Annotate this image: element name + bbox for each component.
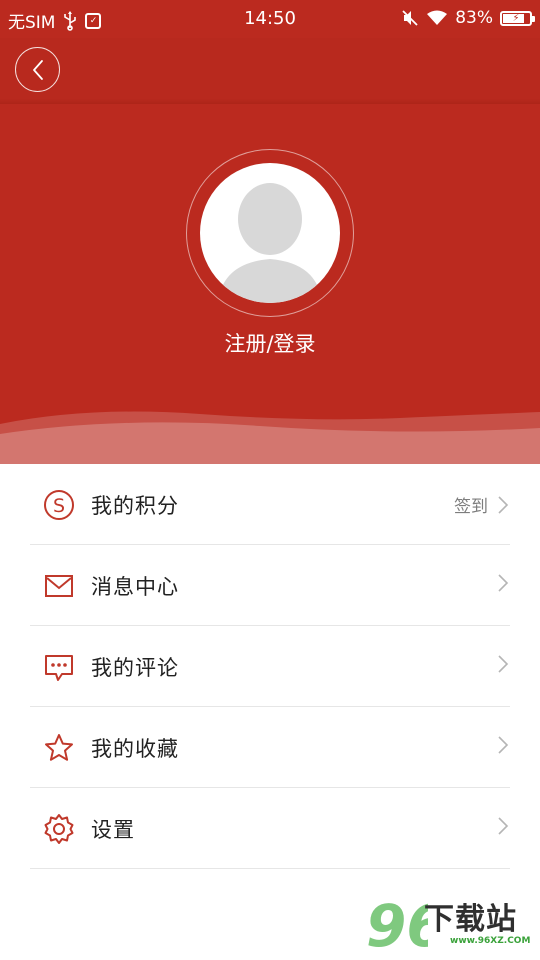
wave-decoration	[0, 411, 540, 464]
menu-list: S 我的积分 签到 消息中心 我的评论 我的收藏 设置	[0, 464, 540, 869]
chevron-right-icon	[498, 736, 509, 754]
chevron-right-icon	[498, 495, 509, 514]
status-bar: 无SIM ✓ 14:50 83% ⚡	[0, 0, 540, 38]
chevron-right-icon	[498, 574, 509, 592]
wifi-icon	[426, 10, 448, 26]
menu-item-right	[496, 816, 510, 836]
menu-item-right	[496, 654, 510, 674]
96-logo-icon: 96	[366, 892, 428, 958]
chevron-right-icon	[498, 655, 509, 673]
menu-item-label: 设置	[91, 818, 135, 842]
menu-item-right	[496, 573, 510, 593]
menu-item-label: 消息中心	[91, 575, 179, 599]
battery-icon: ⚡	[500, 10, 535, 26]
star-icon	[43, 732, 75, 764]
menu-item-points[interactable]: S 我的积分 签到	[0, 464, 540, 545]
menu-item-label: 我的积分	[91, 494, 179, 518]
watermark-text: 下载站	[424, 902, 517, 937]
chevron-right-icon	[498, 817, 509, 835]
svg-text:96: 96	[366, 892, 428, 958]
menu-item-favorites[interactable]: 我的收藏	[0, 707, 540, 788]
battery-percent: 83%	[455, 8, 493, 28]
svg-text:S: S	[53, 495, 65, 517]
menu-item-messages[interactable]: 消息中心	[0, 545, 540, 626]
profile-header: 注册/登录	[0, 38, 540, 464]
menu-item-settings[interactable]: 设置	[0, 788, 540, 869]
menu-item-label: 我的评论	[91, 656, 179, 680]
chevron-left-icon	[32, 59, 43, 80]
checkin-text[interactable]: 签到	[454, 492, 488, 517]
watermark-url: www.96XZ.COM	[450, 936, 531, 946]
points-s-icon: S	[43, 489, 75, 521]
back-button[interactable]	[15, 47, 60, 92]
menu-item-right: 签到	[454, 492, 510, 517]
mute-icon	[401, 9, 419, 27]
default-user-icon	[218, 183, 322, 303]
register-login-link[interactable]: 注册/登录	[0, 328, 540, 358]
menu-item-label: 我的收藏	[91, 737, 179, 761]
envelope-icon	[43, 570, 75, 602]
menu-item-comments[interactable]: 我的评论	[0, 626, 540, 707]
top-bar	[0, 38, 540, 104]
menu-item-right	[496, 735, 510, 755]
charging-bolt-icon: ⚡	[512, 12, 520, 24]
watermark-logo: 96 下载站 www.96XZ.COM	[366, 890, 536, 958]
gear-icon	[43, 813, 75, 845]
avatar[interactable]	[200, 163, 340, 303]
status-right: 83% ⚡	[401, 8, 535, 28]
comment-bubble-icon	[43, 651, 75, 683]
